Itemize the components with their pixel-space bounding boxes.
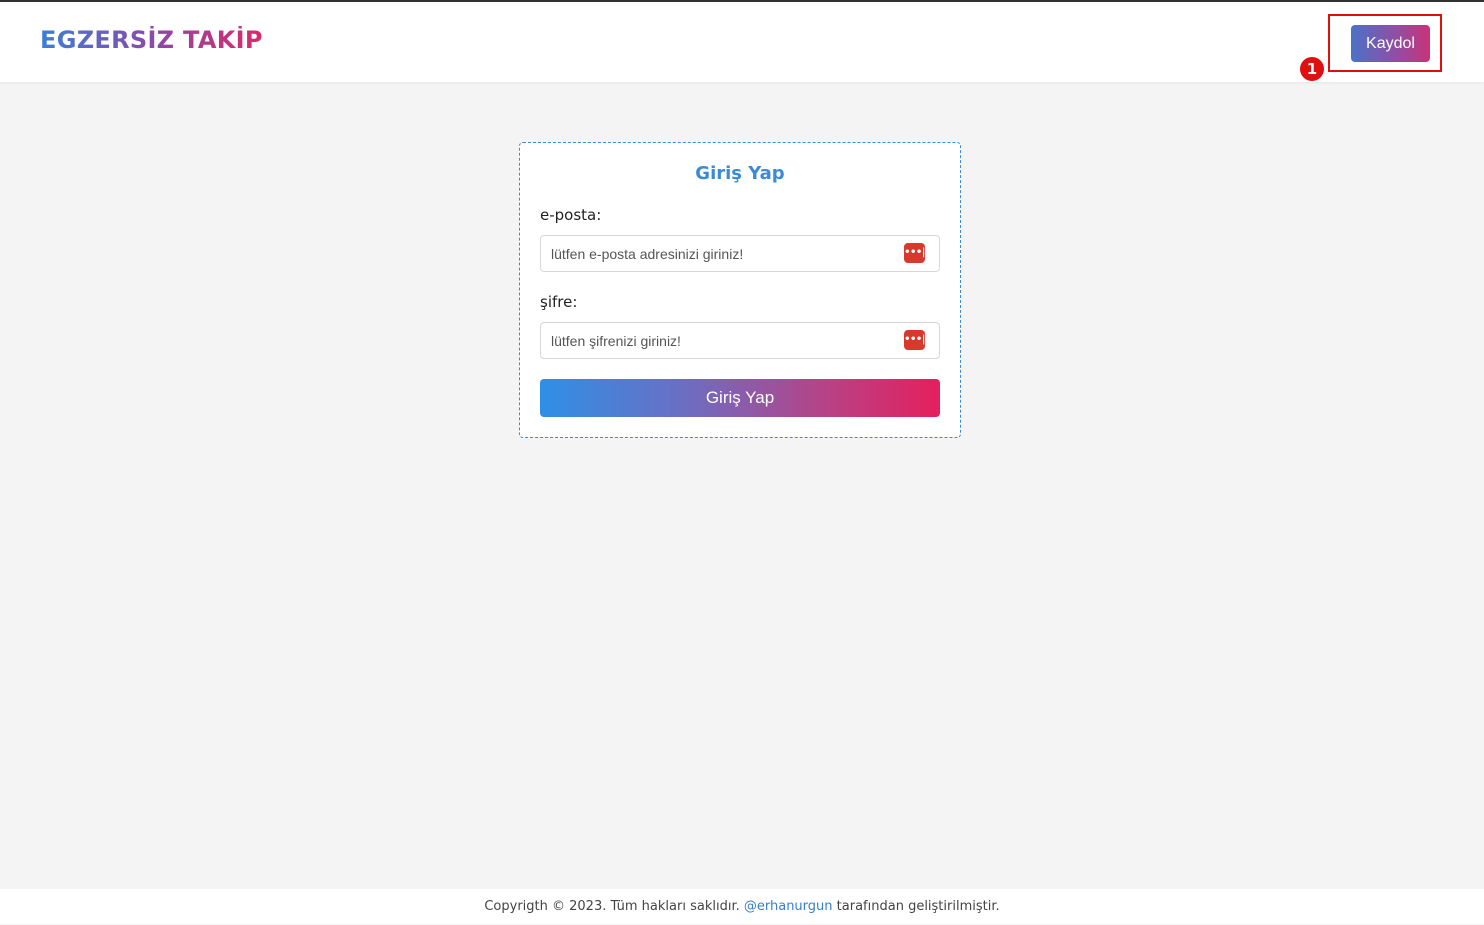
- password-manager-icon[interactable]: •••|: [904, 330, 925, 350]
- top-navbar: EGZERSİZ TAKİP Kaydol: [0, 2, 1484, 82]
- app-logo[interactable]: EGZERSİZ TAKİP: [40, 26, 263, 54]
- login-card: Giriş Yap e-posta: •••| şifre: •••| Giri…: [519, 142, 961, 438]
- annotation-number-badge: 1: [1300, 57, 1324, 81]
- copyright-text: Copyrigth © 2023. Tüm hakları saklıdır.: [484, 899, 740, 914]
- annotation-highlight-box: [1328, 14, 1442, 72]
- password-input[interactable]: [541, 323, 901, 358]
- password-field-wrapper[interactable]: •••|: [540, 322, 940, 359]
- email-input[interactable]: [541, 236, 901, 271]
- email-label: e-posta:: [540, 206, 602, 224]
- copyright-suffix: tarafından geliştirilmiştir.: [836, 899, 1000, 914]
- page-footer: Copyrigth © 2023. Tüm hakları saklıdır. …: [0, 889, 1484, 924]
- login-title: Giriş Yap: [695, 163, 785, 184]
- author-link[interactable]: @erhanurgun: [744, 899, 833, 914]
- password-manager-icon[interactable]: •••|: [904, 243, 925, 263]
- login-submit-button[interactable]: Giriş Yap: [540, 379, 940, 417]
- password-label: şifre:: [540, 293, 578, 311]
- email-field-wrapper[interactable]: •••|: [540, 235, 940, 272]
